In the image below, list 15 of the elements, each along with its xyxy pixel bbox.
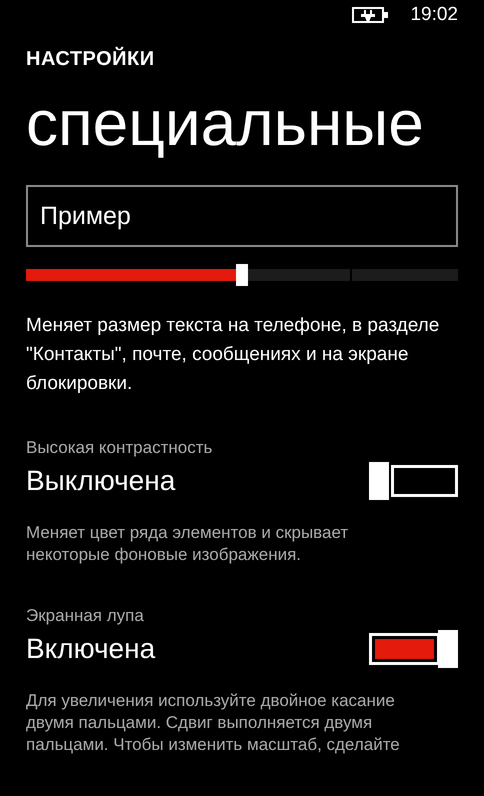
setting-state: Включена bbox=[26, 633, 156, 665]
text-size-slider[interactable] bbox=[26, 264, 458, 286]
page-title: специальные bbox=[26, 86, 425, 161]
toggle-switch[interactable] bbox=[369, 630, 458, 668]
slider-thumb[interactable] bbox=[236, 264, 248, 286]
app-name: НАСТРОЙКИ bbox=[26, 48, 156, 71]
description-text: Меняет размер текста на телефоне, в разделе "Контакты", почте, сообщениях и на экране блокировки. bbox=[26, 314, 440, 396]
setting-state: Выключена bbox=[26, 465, 176, 497]
setting-label: Экранная лупа bbox=[26, 606, 145, 626]
toggle-switch[interactable] bbox=[369, 462, 458, 500]
setting-label: Высокая контрастность bbox=[26, 438, 214, 458]
clock-time: 19:02 bbox=[410, 4, 458, 26]
setting-description: Для увеличения используйте двойное касание двумя пальцами. Сдвиг выполняется двумя пальцами. Чтобы изменить масштаб, сделайте bbox=[26, 690, 401, 756]
setting-description: Меняет цвет ряда элементов и скрывает некоторые фоновые изображения. bbox=[26, 522, 350, 566]
battery-charging-icon bbox=[352, 6, 390, 24]
